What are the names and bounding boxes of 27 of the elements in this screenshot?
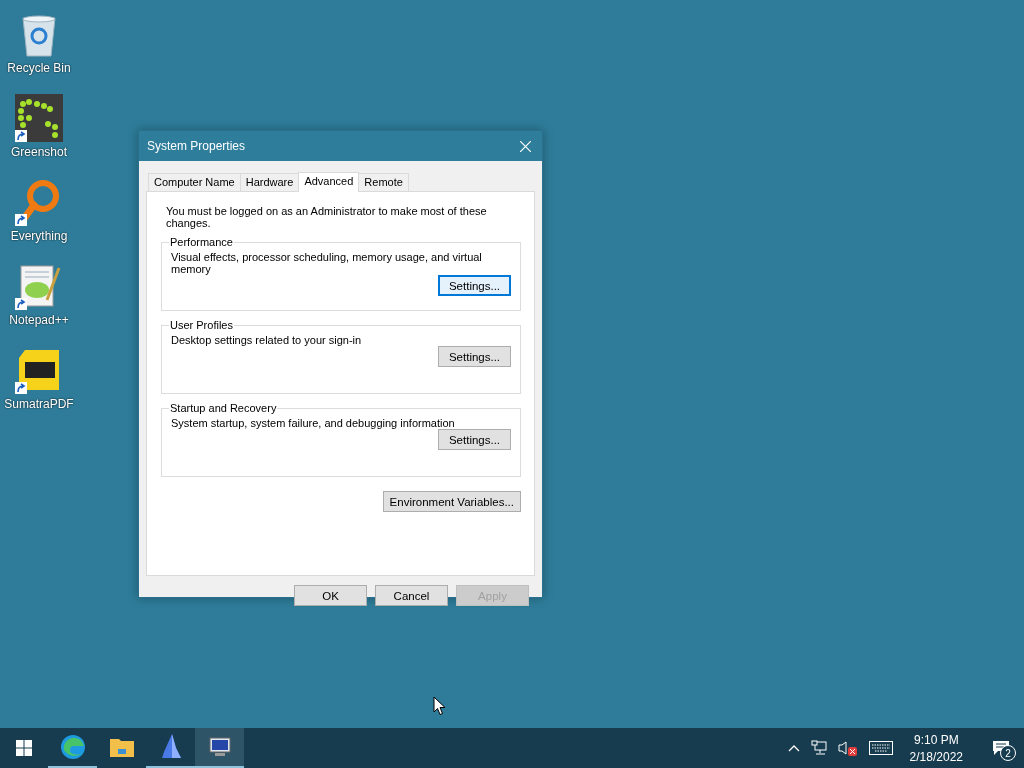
- settings-button[interactable]: Settings...: [438, 346, 511, 367]
- group-title: User Profiles: [169, 319, 234, 331]
- tab[interactable]: Computer Name: [148, 173, 241, 191]
- desktop-icon-label[interactable]: Greenshot: [10, 145, 67, 159]
- settings-button[interactable]: Settings...: [438, 429, 511, 450]
- group-title: Performance: [169, 236, 234, 248]
- group-description: Visual effects, processor scheduling, memory usage, and virtual memory: [171, 251, 483, 275]
- tab[interactable]: Advanced: [298, 172, 360, 192]
- environment-variables-button[interactable]: Environment Variables...: [382, 491, 521, 512]
- clock-date: 2/18/2022: [909, 749, 963, 764]
- group-description: Desktop settings related to your sign-in: [171, 334, 363, 346]
- notification-button[interactable]: 2: [986, 733, 1016, 763]
- group-title: Startup and Recovery: [169, 402, 278, 414]
- desktop-icon-label[interactable]: Notepad++: [9, 313, 69, 327]
- group-description: System startup, system failure, and debugging information: [171, 417, 456, 429]
- notification-count: 2: [1000, 745, 1016, 761]
- settings-button[interactable]: Settings...: [438, 275, 511, 296]
- notice-text: You must be logged on as an Administrator to make most of these changes.: [166, 205, 488, 229]
- dialog-button[interactable]: Cancel: [375, 585, 448, 606]
- desktop-icon-label[interactable]: Everything: [10, 229, 68, 243]
- window-title: System Properties: [147, 139, 246, 153]
- clock-time: 9:10 PM: [913, 732, 959, 747]
- desktop-icon-label[interactable]: SumatraPDF: [4, 397, 74, 411]
- clock[interactable]: 9:10 PM 2/18/2022: [903, 732, 969, 764]
- desktop-icon-label[interactable]: Recycle Bin: [7, 61, 71, 75]
- tab[interactable]: Remote: [358, 173, 409, 191]
- dialog-button[interactable]: OK: [294, 585, 367, 606]
